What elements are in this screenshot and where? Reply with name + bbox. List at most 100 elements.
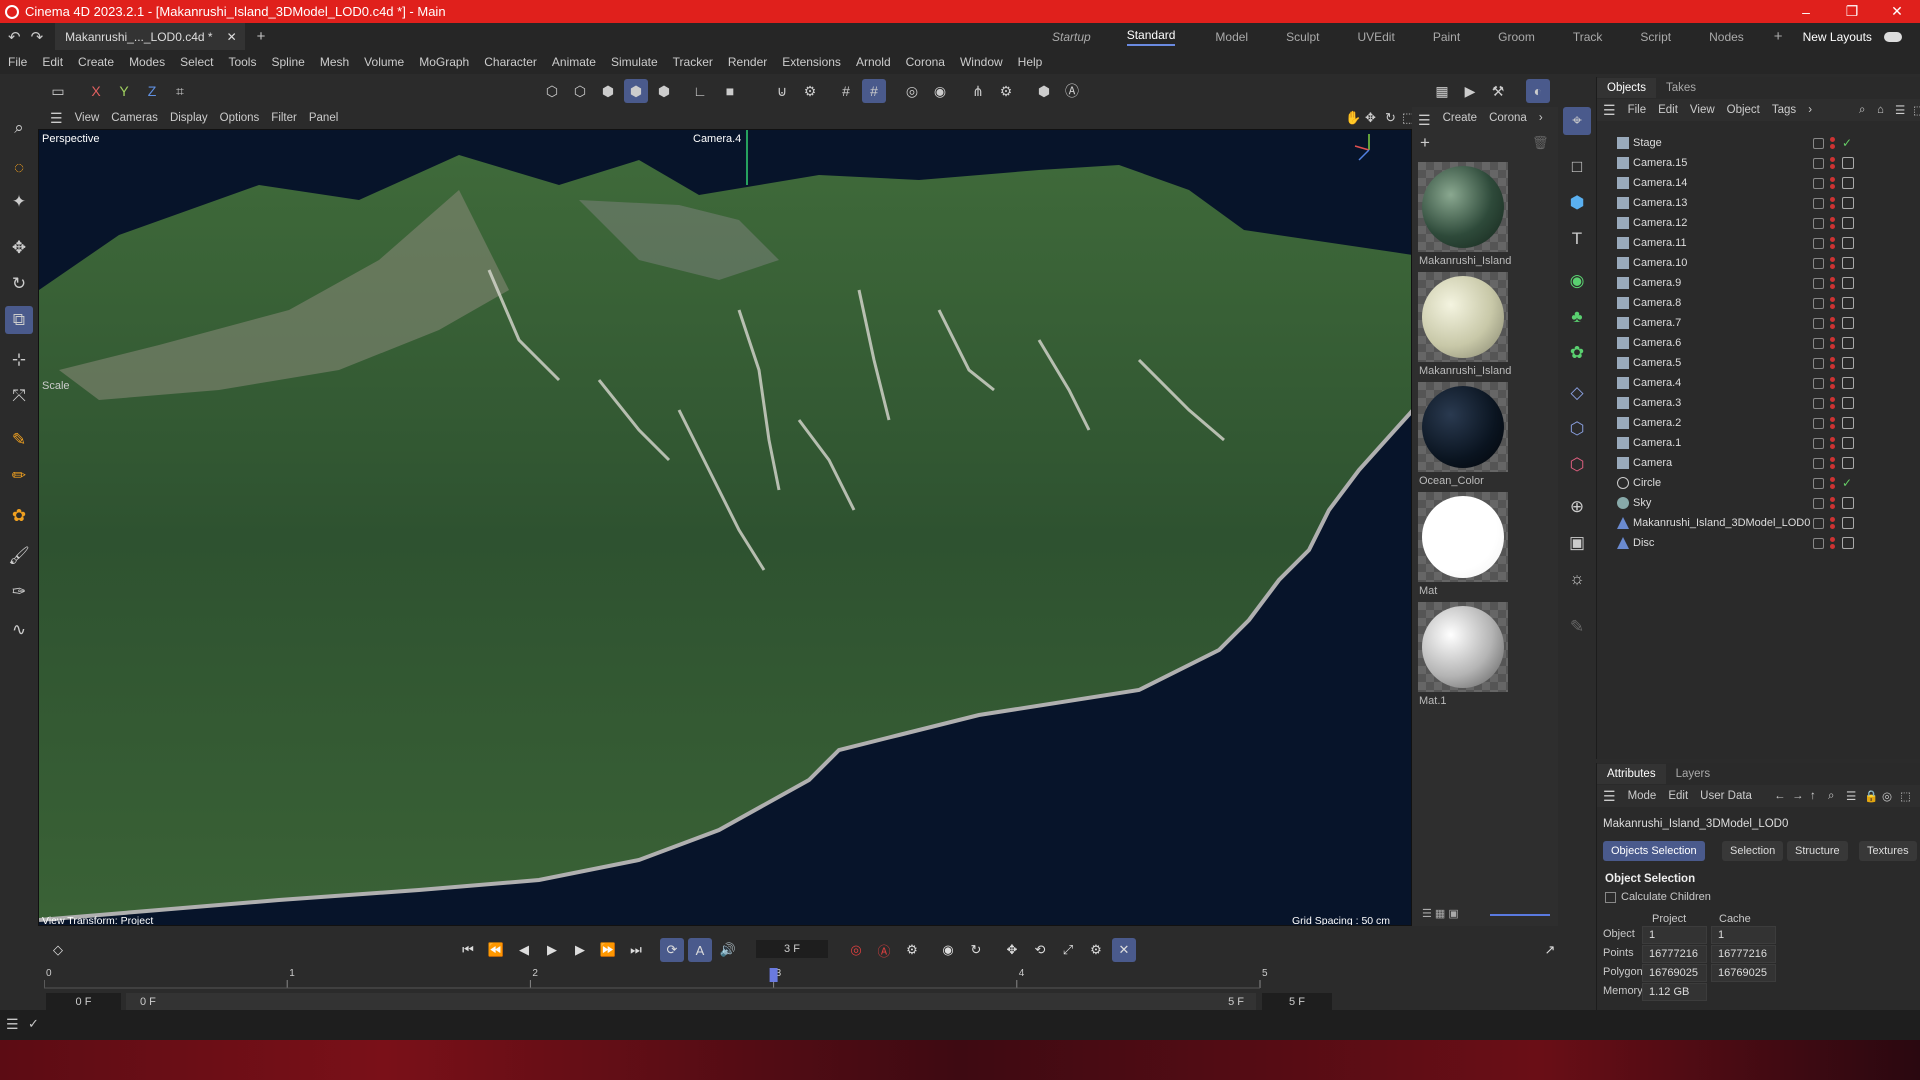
previous-frame-icon[interactable]: ◀ <box>512 938 536 962</box>
key-rotation-icon[interactable]: ↻ <box>964 938 988 962</box>
material-hamburger-icon[interactable]: ☰ <box>1418 112 1431 129</box>
coordinate-system-icon[interactable]: ⌗ <box>168 79 192 103</box>
y-axis-lock[interactable]: Y <box>112 79 136 103</box>
minimize-button[interactable]: – <box>1783 0 1829 23</box>
render-visibility-dot[interactable] <box>1830 464 1835 469</box>
edges-mode-icon[interactable]: ⬡ <box>568 79 592 103</box>
layer-checkbox[interactable] <box>1813 237 1824 249</box>
material-menu-create[interactable]: Create <box>1443 112 1478 129</box>
autokey-icon[interactable]: Ⓐ <box>872 938 896 962</box>
magnet-tool-icon[interactable]: ∿ <box>5 616 33 644</box>
layer-checkbox[interactable] <box>1813 517 1824 529</box>
add-material-icon[interactable]: + <box>1420 133 1430 153</box>
close-button[interactable]: ✕ <box>1874 0 1920 23</box>
camera-icon[interactable]: ▣ <box>1563 529 1591 557</box>
viewport-menu-display[interactable]: Display <box>170 112 208 124</box>
material-swatch[interactable] <box>1418 162 1508 252</box>
render-visibility-dot[interactable] <box>1830 164 1835 169</box>
editor-visibility-dot[interactable] <box>1830 197 1835 202</box>
sound-icon[interactable]: 🔊 <box>716 938 740 962</box>
tag-icon[interactable] <box>1842 357 1854 369</box>
keyframe-selection-icon[interactable]: ⚙ <box>900 938 924 962</box>
close-tab-icon[interactable]: ✕ <box>227 30 237 44</box>
textures-button[interactable]: Textures <box>1859 841 1917 861</box>
editor-visibility-dot[interactable] <box>1830 417 1835 422</box>
object-list-item[interactable]: Camera.5 <box>1597 353 1920 373</box>
rotate-tool-icon[interactable]: ↻ <box>5 270 33 298</box>
editor-visibility-dot[interactable] <box>1830 537 1835 542</box>
render-visibility-dot[interactable] <box>1830 344 1835 349</box>
layer-checkbox[interactable] <box>1813 137 1824 149</box>
menu-arnold[interactable]: Arnold <box>856 55 891 69</box>
menu-edit[interactable]: Edit <box>42 55 63 69</box>
tag-icon[interactable] <box>1842 337 1854 349</box>
axis-mode-icon[interactable]: ∟ <box>688 79 712 103</box>
effector-icon[interactable]: ✿ <box>1563 339 1591 367</box>
editor-visibility-dot[interactable] <box>1830 397 1835 402</box>
editor-visibility-dot[interactable] <box>1830 377 1835 382</box>
menu-file[interactable]: File <box>8 55 27 69</box>
search-icon[interactable]: ⌕ <box>5 114 33 142</box>
render-visibility-dot[interactable] <box>1830 304 1835 309</box>
layer-checkbox[interactable] <box>1813 397 1824 409</box>
snap-settings-icon[interactable]: ⚙ <box>798 79 822 103</box>
menu-spline[interactable]: Spline <box>271 55 304 69</box>
tab-takes[interactable]: Takes <box>1656 78 1706 98</box>
keyframe-icon[interactable]: ◇ <box>46 938 70 962</box>
tag-icon[interactable] <box>1842 297 1854 309</box>
target-icon[interactable]: ◎ <box>1882 789 1892 803</box>
attribute-menu-edit[interactable]: Edit <box>1668 790 1688 802</box>
calculate-children-checkbox[interactable] <box>1605 891 1616 903</box>
editor-visibility-dot[interactable] <box>1830 497 1835 502</box>
redo-icon[interactable]: ↷ <box>31 28 44 46</box>
tag-icon[interactable] <box>1842 437 1854 449</box>
new-window-icon[interactable]: ⬚ <box>1900 789 1911 803</box>
new-layouts-toggle[interactable] <box>1883 31 1902 42</box>
editor-visibility-dot[interactable] <box>1830 457 1835 462</box>
editor-visibility-dot[interactable] <box>1830 237 1835 242</box>
objects-selection-button[interactable]: Objects Selection <box>1603 841 1705 861</box>
object-menu-file[interactable]: File <box>1628 104 1647 116</box>
render-visibility-dot[interactable] <box>1830 484 1835 489</box>
layout-track[interactable]: Track <box>1573 30 1603 44</box>
object-menu-tags[interactable]: Tags <box>1772 104 1796 116</box>
layer-checkbox[interactable] <box>1813 437 1824 449</box>
knife-tool-icon[interactable]: ✑ <box>5 578 33 606</box>
home-icon[interactable]: ⌂ <box>1877 104 1884 116</box>
layer-checkbox[interactable] <box>1813 477 1824 489</box>
render-visibility-dot[interactable] <box>1830 264 1835 269</box>
material-swatch[interactable] <box>1418 382 1508 472</box>
render-visibility-dot[interactable] <box>1830 444 1835 449</box>
live-selection-icon[interactable]: ◌ <box>5 154 33 182</box>
attribute-menu-mode[interactable]: Mode <box>1628 790 1657 802</box>
enabled-check-icon[interactable]: ✓ <box>1842 136 1852 150</box>
status-menu-icon[interactable]: ☰ <box>6 1016 19 1033</box>
editor-visibility-dot[interactable] <box>1830 317 1835 322</box>
editor-visibility-dot[interactable] <box>1830 517 1835 522</box>
object-list-item[interactable]: Camera.3 <box>1597 393 1920 413</box>
menu-extensions[interactable]: Extensions <box>782 55 841 69</box>
attribute-hamburger-icon[interactable]: ☰ <box>1603 788 1616 805</box>
editor-visibility-dot[interactable] <box>1830 337 1835 342</box>
layer-checkbox[interactable] <box>1813 297 1824 309</box>
key-param-icon[interactable]: ⟲ <box>1028 938 1052 962</box>
render-settings-icon[interactable]: ◉ <box>928 79 952 103</box>
up-arrow-icon[interactable]: ↑ <box>1810 790 1816 802</box>
viewport-menu-options[interactable]: Options <box>220 112 260 124</box>
object-menu-object[interactable]: Object <box>1727 104 1760 116</box>
layout-script[interactable]: Script <box>1640 30 1671 44</box>
render-visibility-dot[interactable] <box>1830 524 1835 529</box>
editor-visibility-dot[interactable] <box>1830 157 1835 162</box>
tag-icon[interactable] <box>1842 397 1854 409</box>
render-visibility-dot[interactable] <box>1830 324 1835 329</box>
chevron-right-icon[interactable]: › <box>1539 112 1543 129</box>
layout-nodes[interactable]: Nodes <box>1709 30 1744 44</box>
record-icon[interactable]: ◎ <box>844 938 868 962</box>
layer-checkbox[interactable] <box>1813 257 1824 269</box>
render-visibility-dot[interactable] <box>1830 204 1835 209</box>
filter-icon[interactable]: ☰ <box>1895 103 1905 117</box>
key-pla-icon[interactable]: ⤢ <box>1056 938 1080 962</box>
menu-render[interactable]: Render <box>728 55 767 69</box>
snap-icon[interactable]: ⊍ <box>770 79 794 103</box>
light-icon[interactable]: ⬢ <box>1032 79 1056 103</box>
